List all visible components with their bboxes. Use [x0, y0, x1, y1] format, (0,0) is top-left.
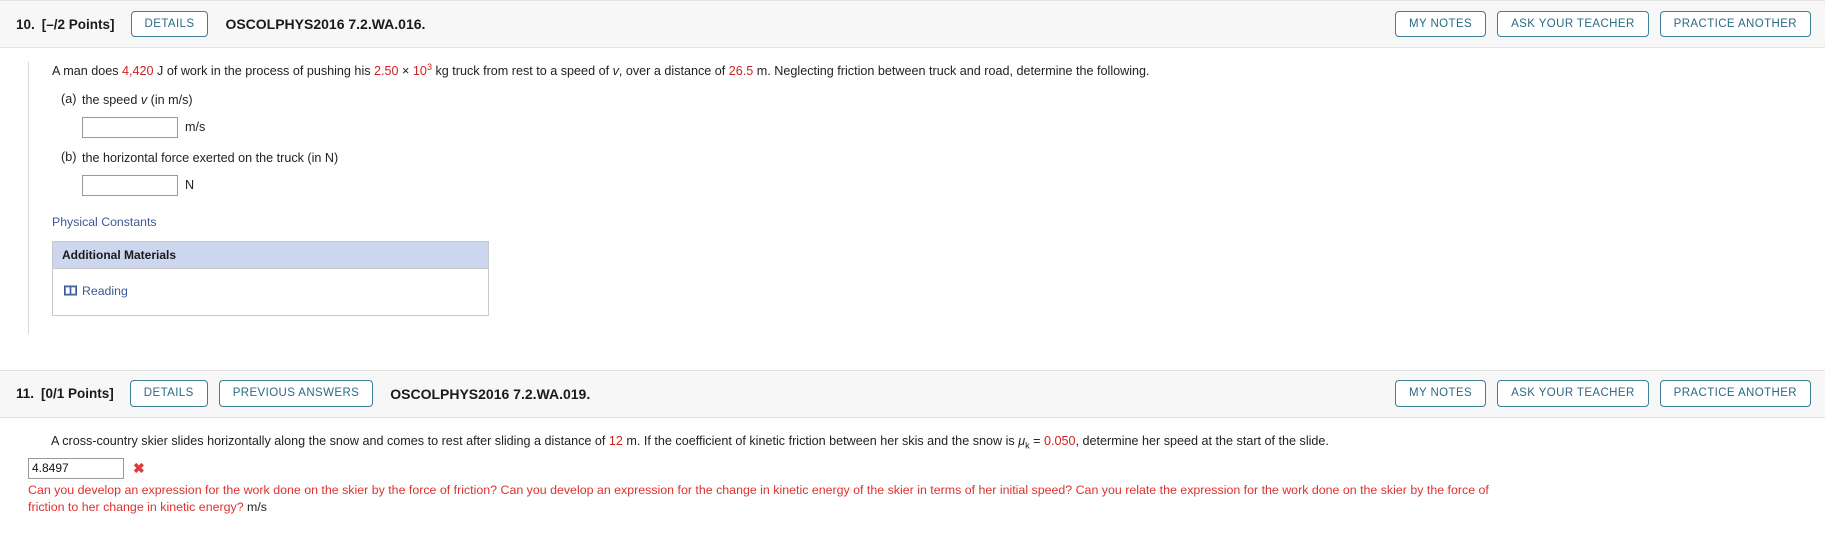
stem11-text-2: m. If the coefficient of kinetic frictio… — [622, 433, 1019, 448]
physical-constants-link[interactable]: Physical Constants — [52, 215, 157, 229]
graded-answer-row: ✖ — [28, 457, 1825, 479]
question-points: [0/1 Points] — [41, 386, 114, 401]
cross-mark-icon: ✖ — [133, 460, 145, 477]
additional-materials-cell: Reading — [53, 268, 489, 315]
question-stem-11: A cross-country skier slides horizontall… — [51, 432, 1825, 450]
answer-input-a[interactable] — [82, 116, 178, 138]
stem-text-2: J of work in the process of pushing his — [153, 64, 375, 78]
stem11-value-mu: 0.050 — [1043, 433, 1076, 448]
part-content-b: the horizontal force exerted on the truc… — [82, 150, 1825, 196]
question-code: OSCOLPHYS2016 7.2.WA.016. — [225, 16, 426, 32]
details-button[interactable]: DETAILS — [130, 10, 209, 38]
question-body-11: A cross-country skier slides horizontall… — [0, 418, 1825, 517]
reading-link-label: Reading — [82, 283, 128, 298]
stem-text-5: , over a distance of — [618, 64, 729, 78]
additional-materials-header: Additional Materials — [52, 241, 489, 269]
practice-another-button[interactable]: PRACTICE ANOTHER — [1659, 10, 1811, 38]
details-button[interactable]: DETAILS — [129, 380, 208, 407]
header-right-actions: MY NOTES ASK YOUR TEACHER PRACTICE ANOTH… — [1395, 10, 1811, 38]
answer-unit-a: m/s — [185, 120, 206, 135]
part-text-b: the horizontal force exerted on the truc… — [82, 150, 1825, 168]
question-content-11: A cross-country skier slides horizontall… — [28, 432, 1825, 517]
part-label-b: (b) — [61, 149, 77, 164]
my-notes-button[interactable]: MY NOTES — [1395, 10, 1487, 38]
question-code: OSCOLPHYS2016 7.2.WA.019. — [390, 385, 591, 402]
part-label-a: (a) — [61, 92, 77, 107]
stem-value-distance: 26.5 — [728, 64, 754, 78]
question-points: [–/2 Points] — [41, 16, 115, 32]
question-separator-gap — [0, 333, 1825, 370]
feedback-unit: m/s — [247, 500, 268, 515]
additional-materials-row: Reading — [53, 268, 489, 315]
reading-link[interactable]: Reading — [64, 284, 128, 298]
additional-materials-table: Additional Materials Reading — [52, 240, 489, 316]
part-b-text-before: the horizontal force exerted on the truc… — [82, 150, 339, 165]
my-notes-button[interactable]: MY NOTES — [1395, 380, 1487, 407]
stem-text-3: × — [398, 64, 413, 78]
question-part-a: (a) the speed v (in m/s) m/s — [52, 92, 1825, 138]
question-header-10: 10. [–/2 Points] DETAILS OSCOLPHYS2016 7… — [0, 0, 1825, 48]
stem-text-4: kg truck from rest to a speed of — [431, 64, 613, 78]
stem-value-mass-base: 10 — [412, 64, 427, 78]
answer-input-11[interactable] — [28, 457, 124, 479]
additional-materials-header-row: Additional Materials — [52, 241, 489, 269]
part-a-text-before: the speed — [82, 93, 141, 108]
answer-row-b: N — [82, 174, 1825, 196]
stem11-value-distance: 12 — [608, 433, 623, 448]
previous-answers-button[interactable]: PREVIOUS ANSWERS — [218, 380, 374, 407]
answer-feedback-11: Can you develop an expression for the wo… — [28, 482, 1528, 517]
part-a-text-after: (in m/s) — [147, 93, 193, 108]
stem11-text-4: , determine her speed at the start of th… — [1075, 433, 1329, 448]
ask-your-teacher-button[interactable]: ASK YOUR TEACHER — [1497, 380, 1649, 407]
question-body-10: A man does 4,420 J of work in the proces… — [0, 48, 1825, 334]
question-part-b: (b) the horizontal force exerted on the … — [52, 150, 1825, 196]
book-icon — [64, 285, 77, 296]
stem-value-work: 4,420 — [122, 64, 154, 78]
part-text-a: the speed v (in m/s) — [82, 92, 1825, 110]
answer-unit-b: N — [185, 178, 195, 192]
question-stem-10: A man does 4,420 J of work in the proces… — [52, 62, 1825, 80]
stem-text-6: m. Neglecting friction between truck and… — [753, 64, 1150, 78]
question-number: 11. — [16, 386, 35, 401]
ask-your-teacher-button[interactable]: ASK YOUR TEACHER — [1497, 10, 1649, 38]
question-header-11: 11. [0/1 Points] DETAILS PREVIOUS ANSWER… — [0, 369, 1825, 418]
part-content-a: the speed v (in m/s) m/s — [82, 92, 1825, 138]
stem-value-mass-mantissa: 2.50 — [374, 64, 399, 78]
stem11-text-3: = — [1029, 433, 1044, 448]
stem11-text-1: A cross-country skier slides horizontall… — [51, 433, 609, 448]
answer-row-a: m/s — [82, 116, 1825, 138]
header-right-actions: MY NOTES ASK YOUR TEACHER PRACTICE ANOTH… — [1395, 380, 1811, 407]
question-number: 10. — [16, 16, 35, 32]
answer-input-b[interactable] — [82, 174, 178, 196]
question-block-11: 11. [0/1 Points] DETAILS PREVIOUS ANSWER… — [0, 369, 1825, 517]
stem-text-1: A man does — [52, 64, 123, 78]
question-content-10: A man does 4,420 J of work in the proces… — [28, 62, 1825, 334]
question-block-10: 10. [–/2 Points] DETAILS OSCOLPHYS2016 7… — [0, 0, 1825, 334]
practice-another-button[interactable]: PRACTICE ANOTHER — [1659, 380, 1811, 407]
question-body-padding-10 — [52, 316, 1825, 334]
